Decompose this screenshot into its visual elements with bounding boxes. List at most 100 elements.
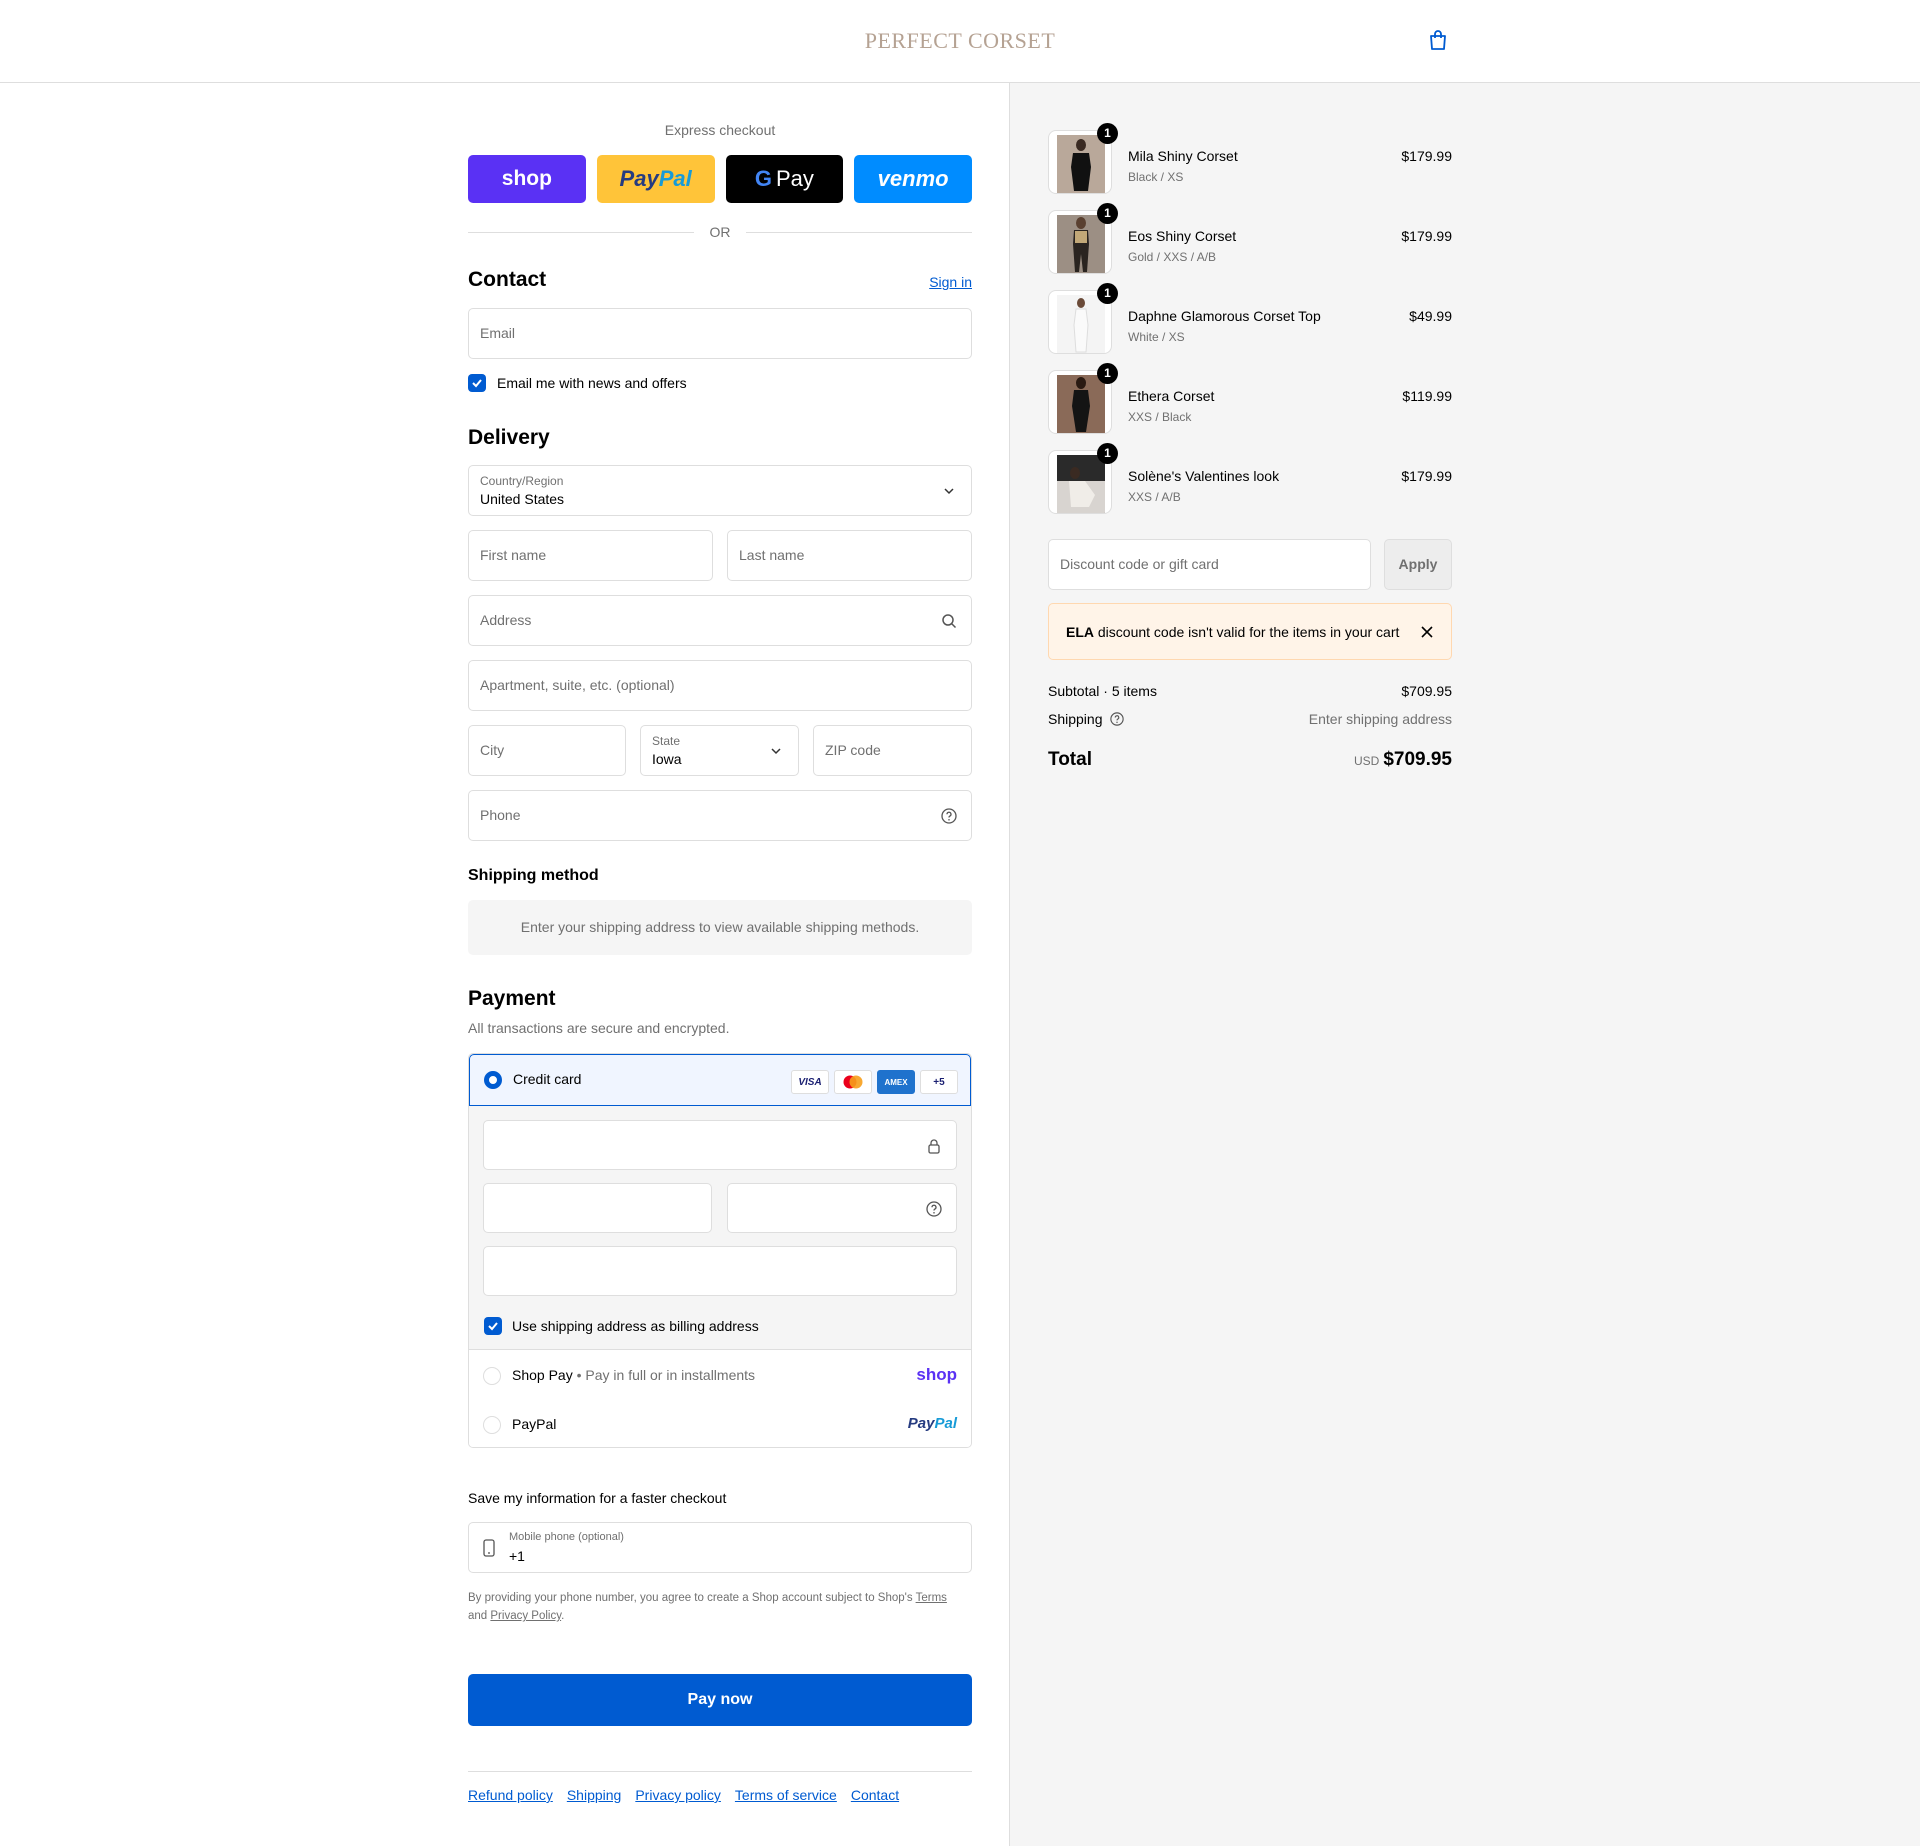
privacy-link[interactable]: Privacy Policy (490, 1610, 561, 1622)
quantity-badge: 1 (1097, 283, 1118, 304)
help-icon[interactable] (926, 1201, 942, 1217)
item-price: $179.99 (1401, 148, 1452, 164)
legal-text: By providing your phone number, you agre… (468, 1592, 947, 1622)
refund-policy-link[interactable]: Refund policy (468, 1787, 553, 1803)
card-number-field[interactable] (483, 1120, 957, 1170)
quantity-badge: 1 (1097, 203, 1118, 224)
apartment-field[interactable]: Apartment, suite, etc. (optional) (468, 660, 972, 711)
item-name: Solène's Valentines look (1128, 468, 1280, 484)
mobile-phone-icon (483, 1539, 495, 1561)
discount-code-field[interactable]: Discount code or gift card (1048, 539, 1371, 590)
or-divider: OR (468, 222, 972, 242)
shop-pay-radio[interactable] (483, 1367, 501, 1385)
help-icon[interactable] (1110, 712, 1125, 729)
shipping-row: Shipping Enter shipping address (1048, 711, 1452, 729)
save-info-heading: Save my information for a faster checkou… (468, 1490, 727, 1506)
paypal-radio[interactable] (483, 1416, 501, 1434)
state-value: Iowa (652, 751, 682, 767)
subtotal-label: Subtotal · 5 items (1048, 683, 1157, 699)
search-icon (941, 613, 957, 629)
mobile-phone-field[interactable]: Mobile phone (optional) +1 (468, 1522, 972, 1573)
venmo-express-button[interactable]: venmo (854, 155, 972, 203)
address-field[interactable]: Address (468, 595, 972, 646)
phone-field[interactable]: Phone (468, 790, 972, 841)
quantity-badge: 1 (1097, 443, 1118, 464)
newsletter-label: Email me with news and offers (497, 375, 687, 391)
first-name-field[interactable]: First name (468, 530, 713, 581)
pay-now-button[interactable]: Pay now (468, 1674, 972, 1726)
discount-code: ELA (1066, 624, 1094, 640)
state-label: State (652, 734, 681, 748)
visa-icon: VISA (791, 1070, 829, 1094)
name-on-card-field[interactable] (483, 1246, 957, 1296)
city-placeholder: City (480, 742, 505, 758)
item-price: $119.99 (1402, 388, 1452, 404)
city-field[interactable]: City (468, 725, 626, 776)
total-value: $709.95 (1383, 749, 1452, 770)
google-pay-express-button[interactable]: G Pay (725, 155, 844, 203)
state-select[interactable]: State Iowa (640, 725, 799, 776)
site-header: PERFECT CORSET (0, 0, 1920, 83)
shipping-policy-link[interactable]: Shipping (567, 1787, 622, 1803)
item-variant: Black / XS (1128, 170, 1184, 184)
shipping-label: Shipping (1048, 711, 1103, 727)
first-name-placeholder: First name (480, 547, 547, 563)
zip-field[interactable]: ZIP code (813, 725, 972, 776)
cart-item: 1 Solène's Valentines look XXS / A/B $17… (1048, 443, 1452, 514)
item-name: Ethera Corset (1128, 388, 1215, 404)
security-code-field[interactable] (727, 1183, 957, 1233)
email-placeholder: Email (480, 325, 516, 341)
express-checkout-title: Express checkout (664, 122, 776, 138)
email-field[interactable]: Email (468, 308, 972, 359)
credit-card-label: Credit card (513, 1071, 582, 1087)
privacy-policy-link[interactable]: Privacy policy (635, 1787, 721, 1803)
billing-same-checkbox[interactable] (484, 1317, 502, 1335)
credit-card-form: Use shipping address as billing address (469, 1106, 971, 1350)
payment-subtitle: All transactions are secure and encrypte… (468, 1020, 730, 1036)
item-price: $179.99 (1401, 468, 1452, 484)
apply-discount-button[interactable]: Apply (1384, 539, 1452, 590)
paypal-option[interactable]: PayPal PayPal (469, 1400, 971, 1447)
newsletter-checkbox[interactable] (468, 374, 486, 392)
terms-link[interactable]: Terms (916, 1592, 947, 1604)
currency-code: USD (1353, 754, 1380, 768)
help-icon[interactable] (941, 808, 957, 824)
mastercard-icon (834, 1070, 872, 1094)
contact-link[interactable]: Contact (851, 1787, 899, 1803)
paypal-express-button[interactable]: Pay Pal (596, 155, 715, 203)
subtotal-value: $709.95 (1401, 683, 1452, 699)
billing-same-label: Use shipping address as billing address (512, 1318, 759, 1334)
item-name: Eos Shiny Corset (1128, 228, 1237, 244)
brand-logo[interactable]: PERFECT CORSET (0, 28, 1920, 54)
item-variant: XXS / A/B (1128, 490, 1181, 504)
terms-of-service-link[interactable]: Terms of service (735, 1787, 837, 1803)
shop-pay-express-button[interactable]: shop (468, 155, 586, 203)
expiration-date-field[interactable] (483, 1183, 712, 1233)
last-name-field[interactable]: Last name (727, 530, 972, 581)
footer-links: Refund policy Shipping Privacy policy Te… (468, 1787, 899, 1803)
chevron-down-icon (768, 743, 784, 759)
payment-heading: Payment (468, 987, 556, 1010)
country-value: United States (480, 491, 565, 507)
total-label: Total (1048, 749, 1092, 770)
sign-in-link[interactable]: Sign in (929, 274, 972, 290)
discount-error-alert: ELA discount code isn't valid for the it… (1048, 603, 1452, 660)
credit-card-radio[interactable] (484, 1071, 502, 1089)
country-select[interactable]: Country/Region United States (468, 465, 972, 516)
close-icon[interactable] (1419, 624, 1435, 640)
shop-pay-option[interactable]: Shop Pay • Pay in full or in installment… (469, 1351, 971, 1401)
country-label: Country/Region (480, 474, 564, 488)
credit-card-option[interactable]: Credit card VISA AMEX +5 (469, 1054, 971, 1106)
phone-placeholder: Phone (480, 807, 521, 823)
quantity-badge: 1 (1097, 123, 1118, 144)
address-placeholder: Address (480, 612, 532, 628)
item-variant: XXS / Black (1128, 410, 1192, 424)
shipping-method-heading: Shipping method (468, 867, 599, 884)
shopping-bag-icon[interactable] (1428, 29, 1452, 55)
last-name-placeholder: Last name (739, 547, 805, 563)
lock-icon (926, 1138, 942, 1154)
google-g-icon: G (754, 166, 772, 191)
apartment-placeholder: Apartment, suite, etc. (optional) (480, 677, 675, 693)
item-price: $179.99 (1401, 228, 1452, 244)
total-amount: USD $709.95 (1354, 749, 1452, 771)
